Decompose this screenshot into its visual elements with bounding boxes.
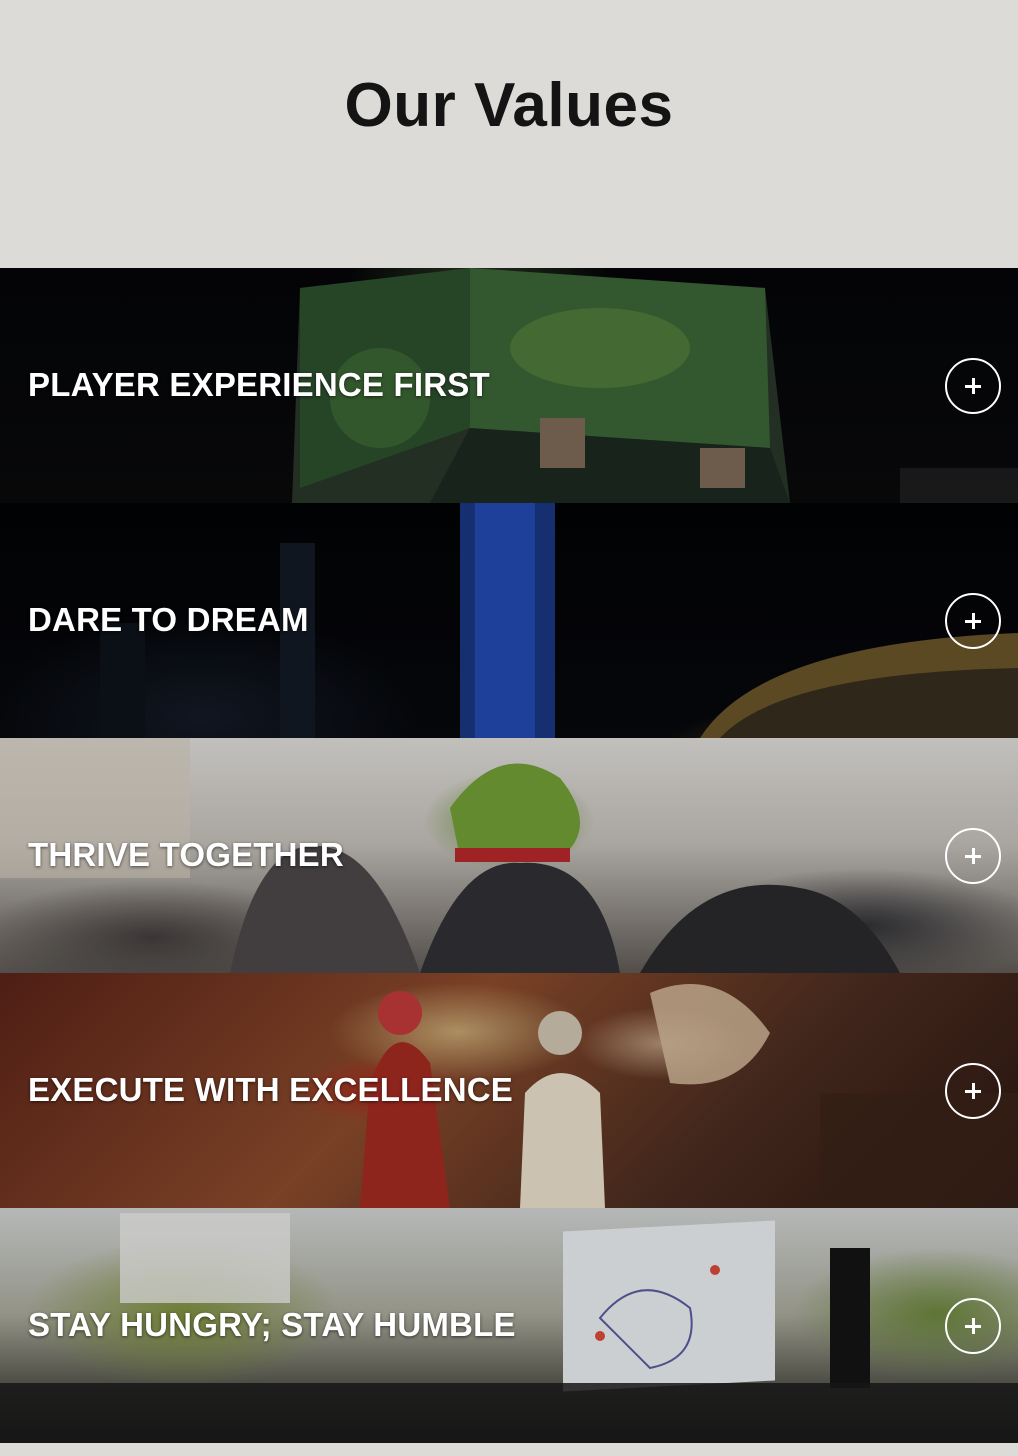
plus-icon — [965, 1082, 981, 1099]
value-title: EXECUTE WITH EXCELLENCE — [28, 1070, 513, 1108]
plus-icon — [965, 612, 981, 629]
plus-icon — [965, 1317, 981, 1334]
expand-button[interactable] — [945, 592, 1001, 649]
value-title: DARE TO DREAM — [28, 600, 309, 638]
value-title: PLAYER EXPERIENCE FIRST — [28, 365, 490, 403]
value-title: STAY HUNGRY; STAY HUMBLE — [28, 1305, 516, 1343]
values-header: Our Values — [0, 0, 1018, 268]
plus-icon — [965, 847, 981, 864]
value-panel-dare-to-dream[interactable]: DARE TO DREAM — [0, 503, 1018, 738]
expand-button[interactable] — [945, 1062, 1001, 1119]
page-title: Our Values — [344, 71, 674, 140]
value-panel-thrive-together[interactable]: THRIVE TOGETHER — [0, 738, 1018, 973]
value-panel-stay-hungry[interactable]: STAY HUNGRY; STAY HUMBLE — [0, 1208, 1018, 1443]
value-title: THRIVE TOGETHER — [28, 835, 344, 873]
expand-button[interactable] — [945, 357, 1001, 414]
value-panel-player-experience[interactable]: PLAYER EXPERIENCE FIRST — [0, 268, 1018, 503]
expand-button[interactable] — [945, 827, 1001, 884]
plus-icon — [965, 377, 981, 394]
expand-button[interactable] — [945, 1297, 1001, 1354]
value-panel-execute-with-excellence[interactable]: EXECUTE WITH EXCELLENCE — [0, 973, 1018, 1208]
